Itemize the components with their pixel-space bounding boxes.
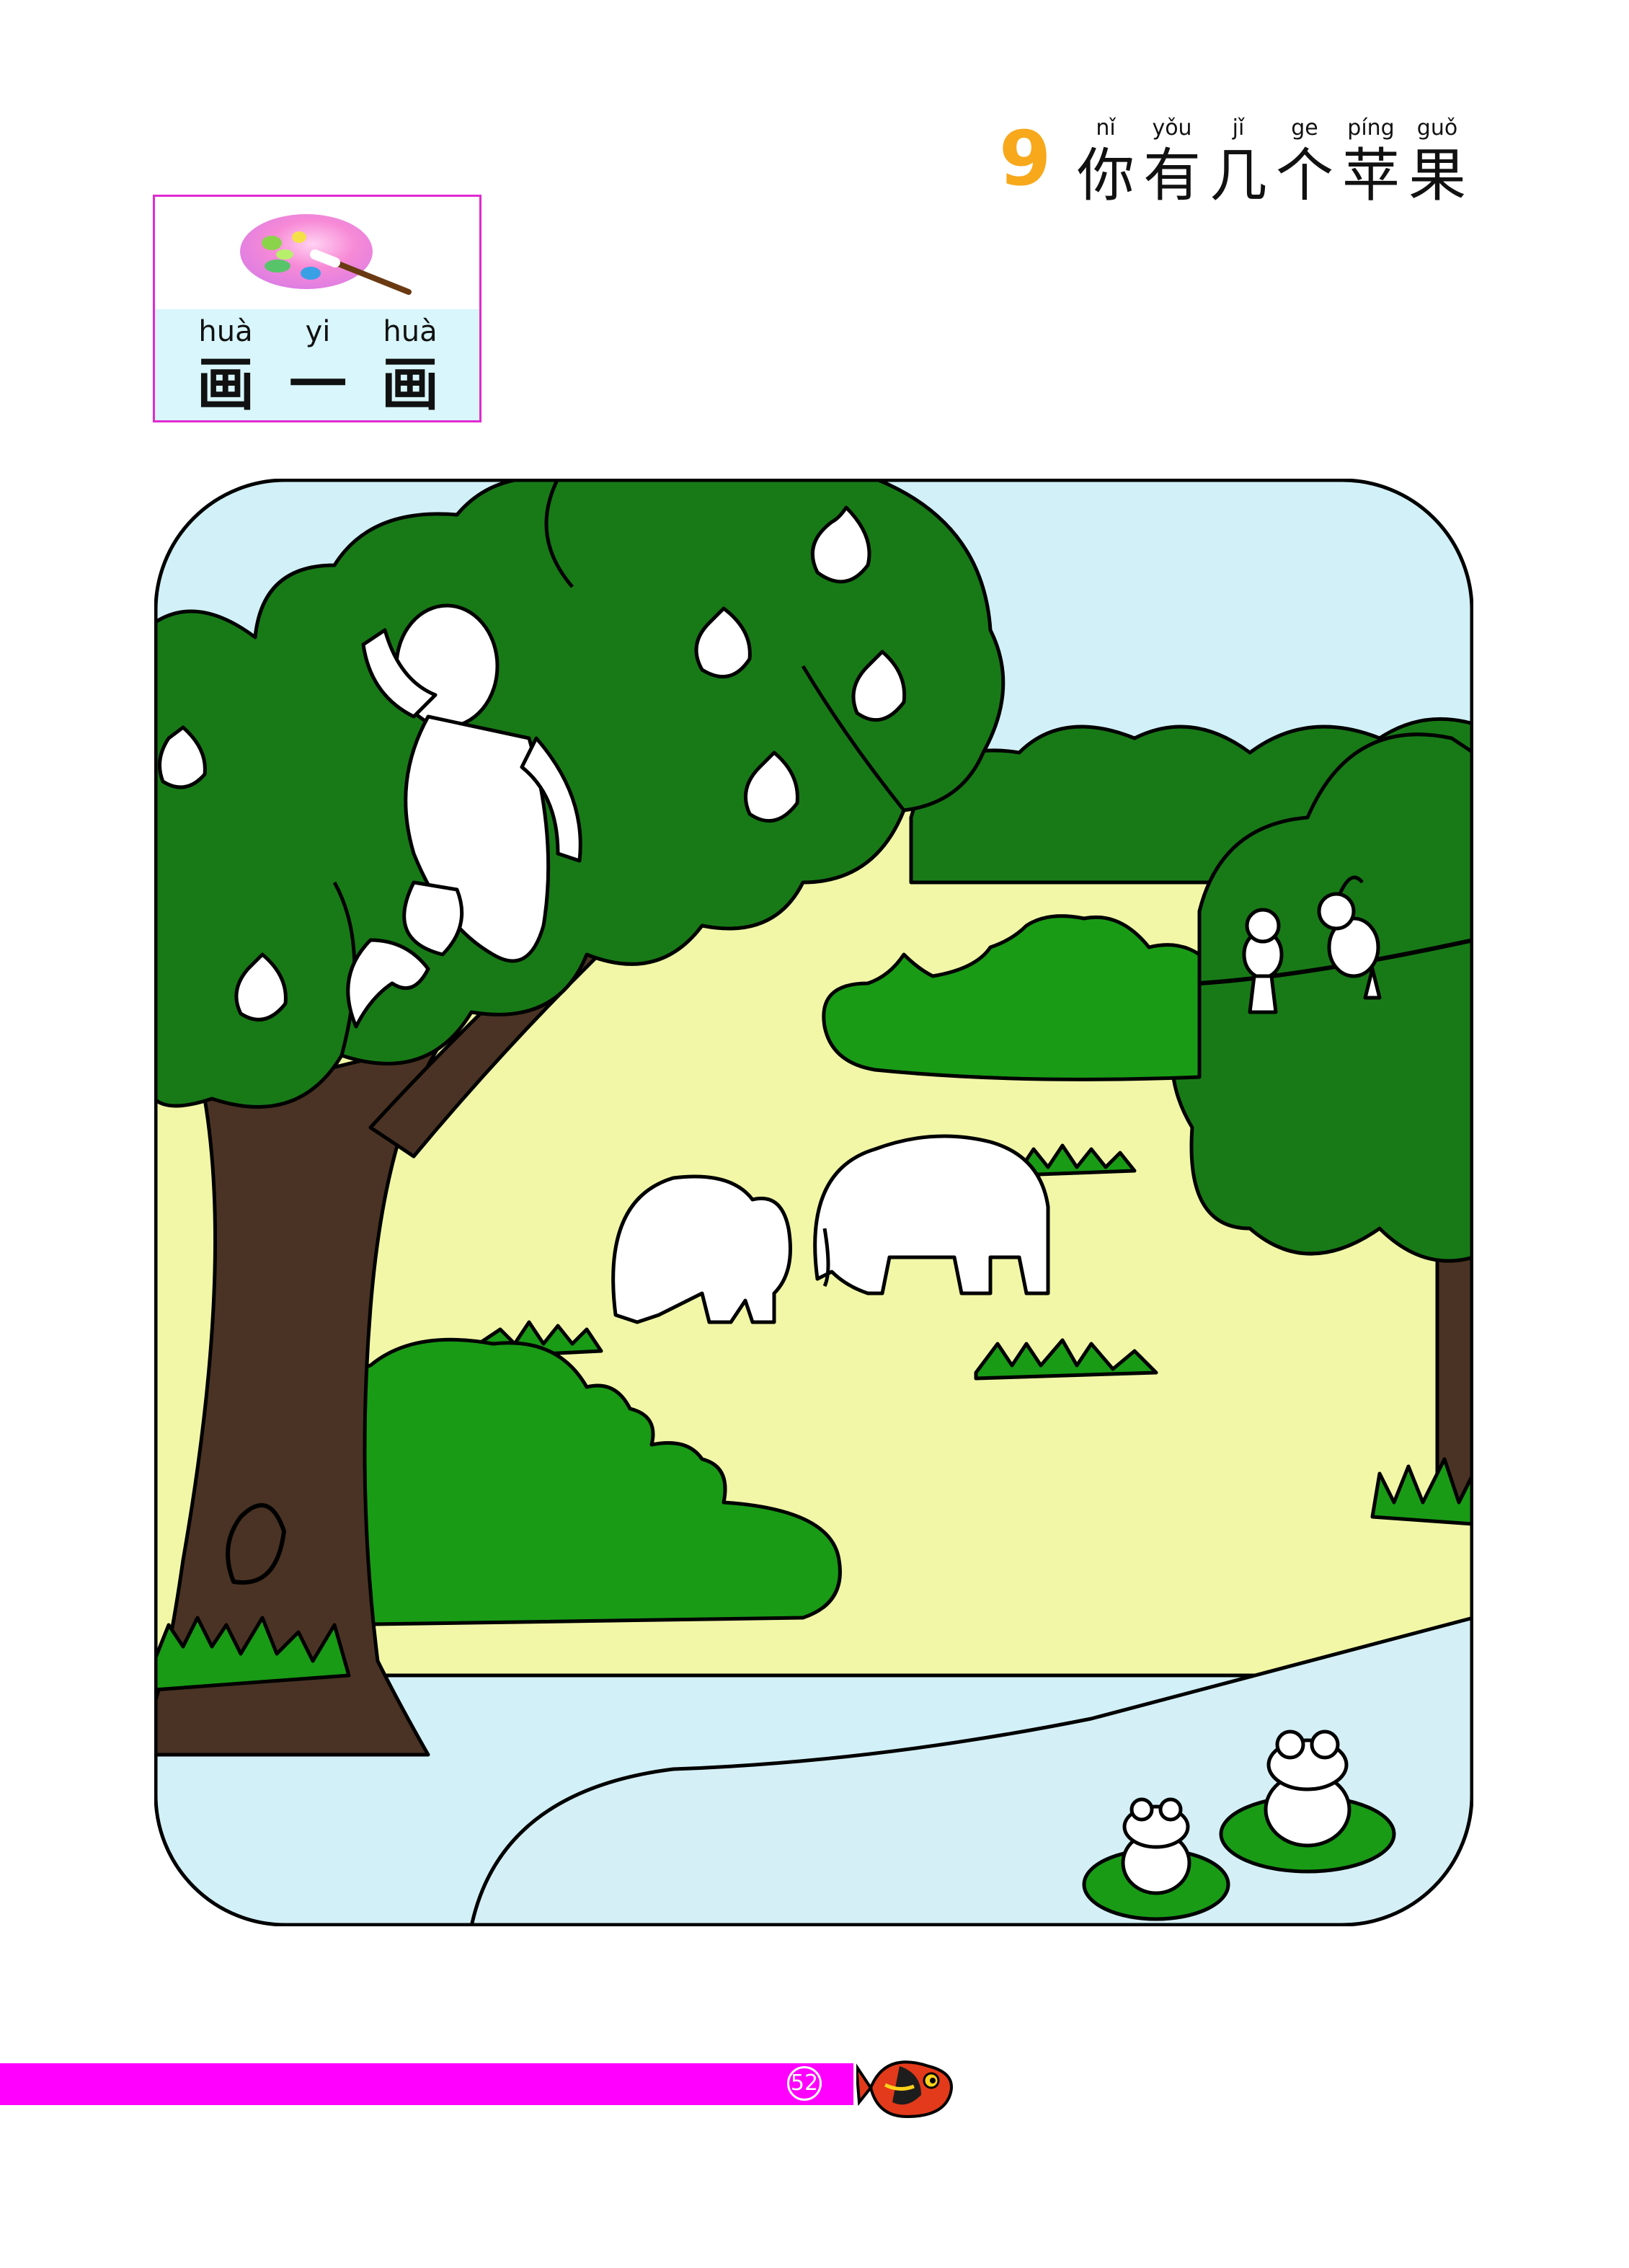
title-pinyin: ge — [1291, 115, 1318, 141]
title-pinyin: yǒu — [1152, 115, 1192, 141]
page-number: 52 — [787, 2066, 822, 2101]
activity-pinyin: huà — [383, 315, 438, 348]
title-pinyin: guǒ — [1416, 115, 1458, 141]
activity-pinyin: huà — [198, 315, 253, 348]
title-hanzi: 几 — [1209, 142, 1267, 209]
title-hanzi: 你 — [1077, 142, 1135, 209]
activity-char-2: yi 一 — [283, 312, 352, 417]
jungle-illustration — [154, 479, 1473, 1926]
title-hanzi: 果 — [1408, 142, 1466, 209]
title-pinyin: nǐ — [1096, 115, 1116, 141]
activity-hanzi: 一 — [289, 350, 347, 418]
frog-left — [1121, 1797, 1191, 1895]
title-char-2: yǒu 有 — [1143, 115, 1201, 211]
activity-hanzi: 画 — [197, 350, 254, 418]
title-char-1: nǐ 你 — [1077, 115, 1135, 211]
activity-char-1: huà 画 — [191, 312, 260, 417]
footer-bar — [0, 2063, 853, 2105]
title-pinyin: jǐ — [1232, 115, 1245, 141]
title-char-3: jǐ 几 — [1209, 115, 1267, 211]
activity-hanzi: 画 — [381, 350, 439, 418]
activity-char-3: huà 画 — [376, 312, 445, 417]
lesson-number: 9 — [999, 115, 1052, 203]
title-pinyin: píng — [1347, 115, 1395, 141]
palette-brush-icon — [240, 214, 412, 295]
title-hanzi: 苹 — [1342, 142, 1400, 209]
title-hanzi: 有 — [1143, 142, 1201, 209]
title-hanzi: 个 — [1276, 142, 1333, 209]
fish-logo-icon — [856, 2060, 953, 2119]
activity-pinyin: yi — [305, 315, 331, 348]
activity-box: huà 画 yi 一 huà 画 — [153, 195, 481, 422]
title-char-5: píng 苹 — [1342, 115, 1400, 211]
title-char-6: guǒ 果 — [1408, 115, 1466, 211]
title-char-4: ge 个 — [1276, 115, 1333, 211]
frog-right — [1264, 1729, 1351, 1848]
